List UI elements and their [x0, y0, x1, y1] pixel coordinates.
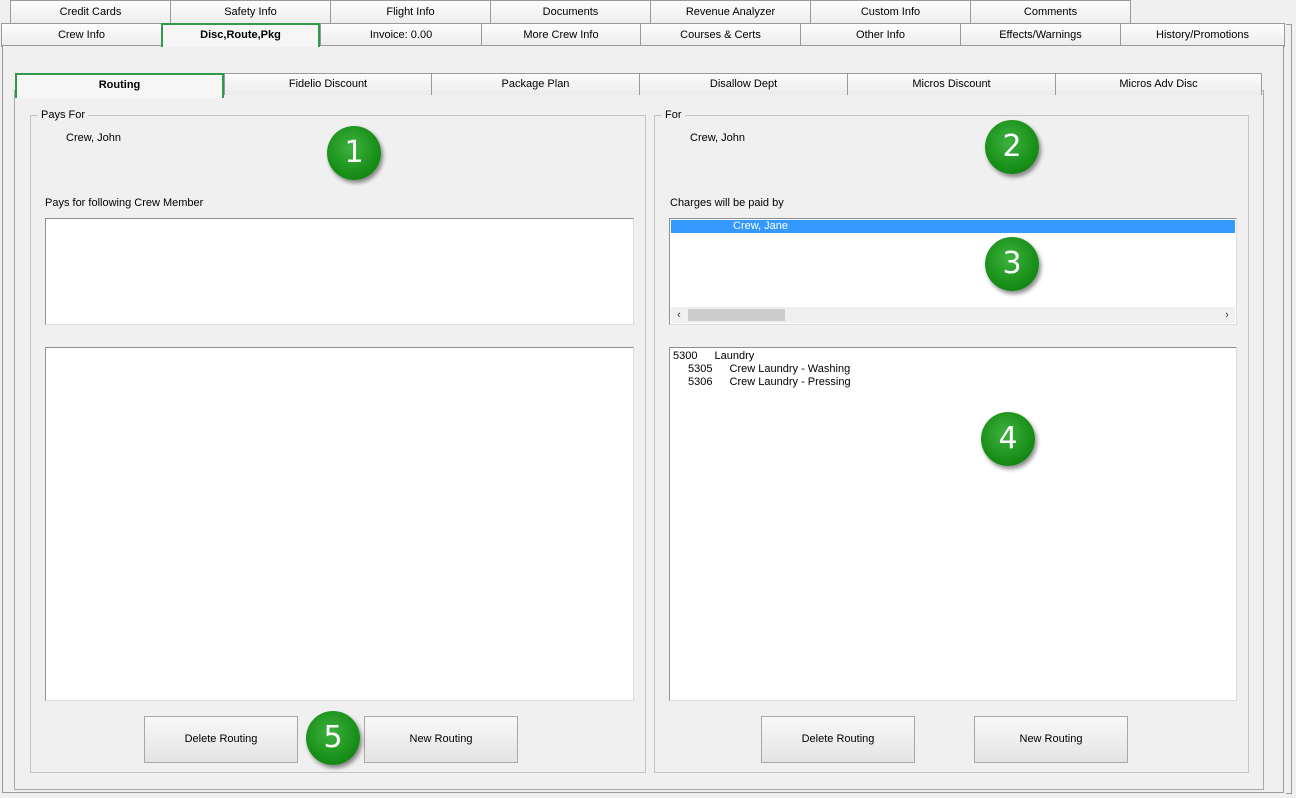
dept-code: 5305 — [688, 363, 713, 375]
scroll-thumb[interactable] — [688, 309, 785, 321]
right-delete-routing-button[interactable]: Delete Routing — [761, 716, 915, 763]
tab-safety-info[interactable]: Safety Info — [170, 0, 331, 24]
dept-code: 5306 — [688, 376, 713, 388]
crew-member-list[interactable] — [45, 218, 634, 325]
callout-badge-4: 4 — [981, 412, 1035, 466]
tab-more-crew-info[interactable]: More Crew Info — [481, 23, 641, 47]
tab-credit-cards[interactable]: Credit Cards — [10, 0, 171, 24]
tab-other-info[interactable]: Other Info — [800, 23, 961, 47]
paid-by-list[interactable]: Crew, Jane ‹ › — [669, 218, 1237, 325]
tree-item[interactable]: 5306 Crew Laundry - Pressing — [688, 376, 851, 389]
subtab-routing[interactable]: Routing — [15, 73, 224, 98]
dept-name: Crew Laundry - Pressing — [729, 376, 851, 388]
tab-history-promotions[interactable]: History/Promotions — [1120, 23, 1285, 47]
tab-revenue-analyzer[interactable]: Revenue Analyzer — [650, 0, 811, 24]
paid-by-selected: Crew, Jane — [733, 220, 789, 232]
dept-name: Crew Laundry - Washing — [729, 363, 851, 375]
tab-custom-info[interactable]: Custom Info — [810, 0, 971, 24]
left-delete-routing-button[interactable]: Delete Routing — [144, 716, 298, 763]
callout-badge-1: 1 — [327, 126, 381, 180]
paid-by-label: Charges will be paid by — [670, 197, 784, 209]
right-new-routing-button[interactable]: New Routing — [974, 716, 1128, 763]
pays-for-legend: Pays For — [38, 109, 89, 122]
callout-badge-5: 5 — [306, 711, 360, 765]
callout-badge-3: 3 — [985, 237, 1039, 291]
subtab-micros-discount[interactable]: Micros Discount — [847, 73, 1056, 95]
subtab-micros-adv-disc[interactable]: Micros Adv Disc — [1055, 73, 1262, 95]
tab-flight-info[interactable]: Flight Info — [330, 0, 491, 24]
tab-invoice[interactable]: Invoice: 0.00 — [320, 23, 482, 47]
tab-courses-certs[interactable]: Courses & Certs — [640, 23, 801, 47]
subtab-package-plan[interactable]: Package Plan — [431, 73, 640, 95]
pays-for-list-label: Pays for following Crew Member — [45, 197, 204, 209]
tree-item[interactable]: 5300 Laundry — [673, 350, 754, 363]
for-legend: For — [662, 109, 685, 122]
scroll-right-icon[interactable]: › — [1219, 307, 1235, 323]
routed-department-tree[interactable]: 5300 Laundry 5305 Crew Laundry - Washing… — [669, 347, 1237, 701]
for-name: Crew, John — [690, 132, 746, 144]
subtab-fidelio-discount[interactable]: Fidelio Discount — [224, 73, 432, 95]
tab-crew-info[interactable]: Crew Info — [1, 23, 162, 47]
dept-name: Laundry — [714, 350, 755, 362]
tab-disc-route-pkg[interactable]: Disc,Route,Pkg — [161, 23, 320, 47]
dept-code: 5300 — [673, 350, 698, 362]
tree-item[interactable]: 5305 Crew Laundry - Washing — [688, 363, 850, 376]
horizontal-scrollbar[interactable]: ‹ › — [671, 307, 1235, 323]
tab-documents[interactable]: Documents — [490, 0, 651, 24]
subtab-disallow-dept[interactable]: Disallow Dept — [639, 73, 848, 95]
tab-effects-warnings[interactable]: Effects/Warnings — [960, 23, 1121, 47]
left-new-routing-button[interactable]: New Routing — [364, 716, 518, 763]
callout-badge-2: 2 — [985, 120, 1039, 174]
tab-comments[interactable]: Comments — [970, 0, 1131, 24]
scroll-left-icon[interactable]: ‹ — [671, 307, 687, 323]
panel-edge — [1286, 24, 1292, 794]
list-item[interactable]: Crew, Jane — [671, 220, 1235, 233]
pays-for-name: Crew, John — [66, 132, 122, 144]
pays-for-department-list[interactable] — [45, 347, 634, 701]
